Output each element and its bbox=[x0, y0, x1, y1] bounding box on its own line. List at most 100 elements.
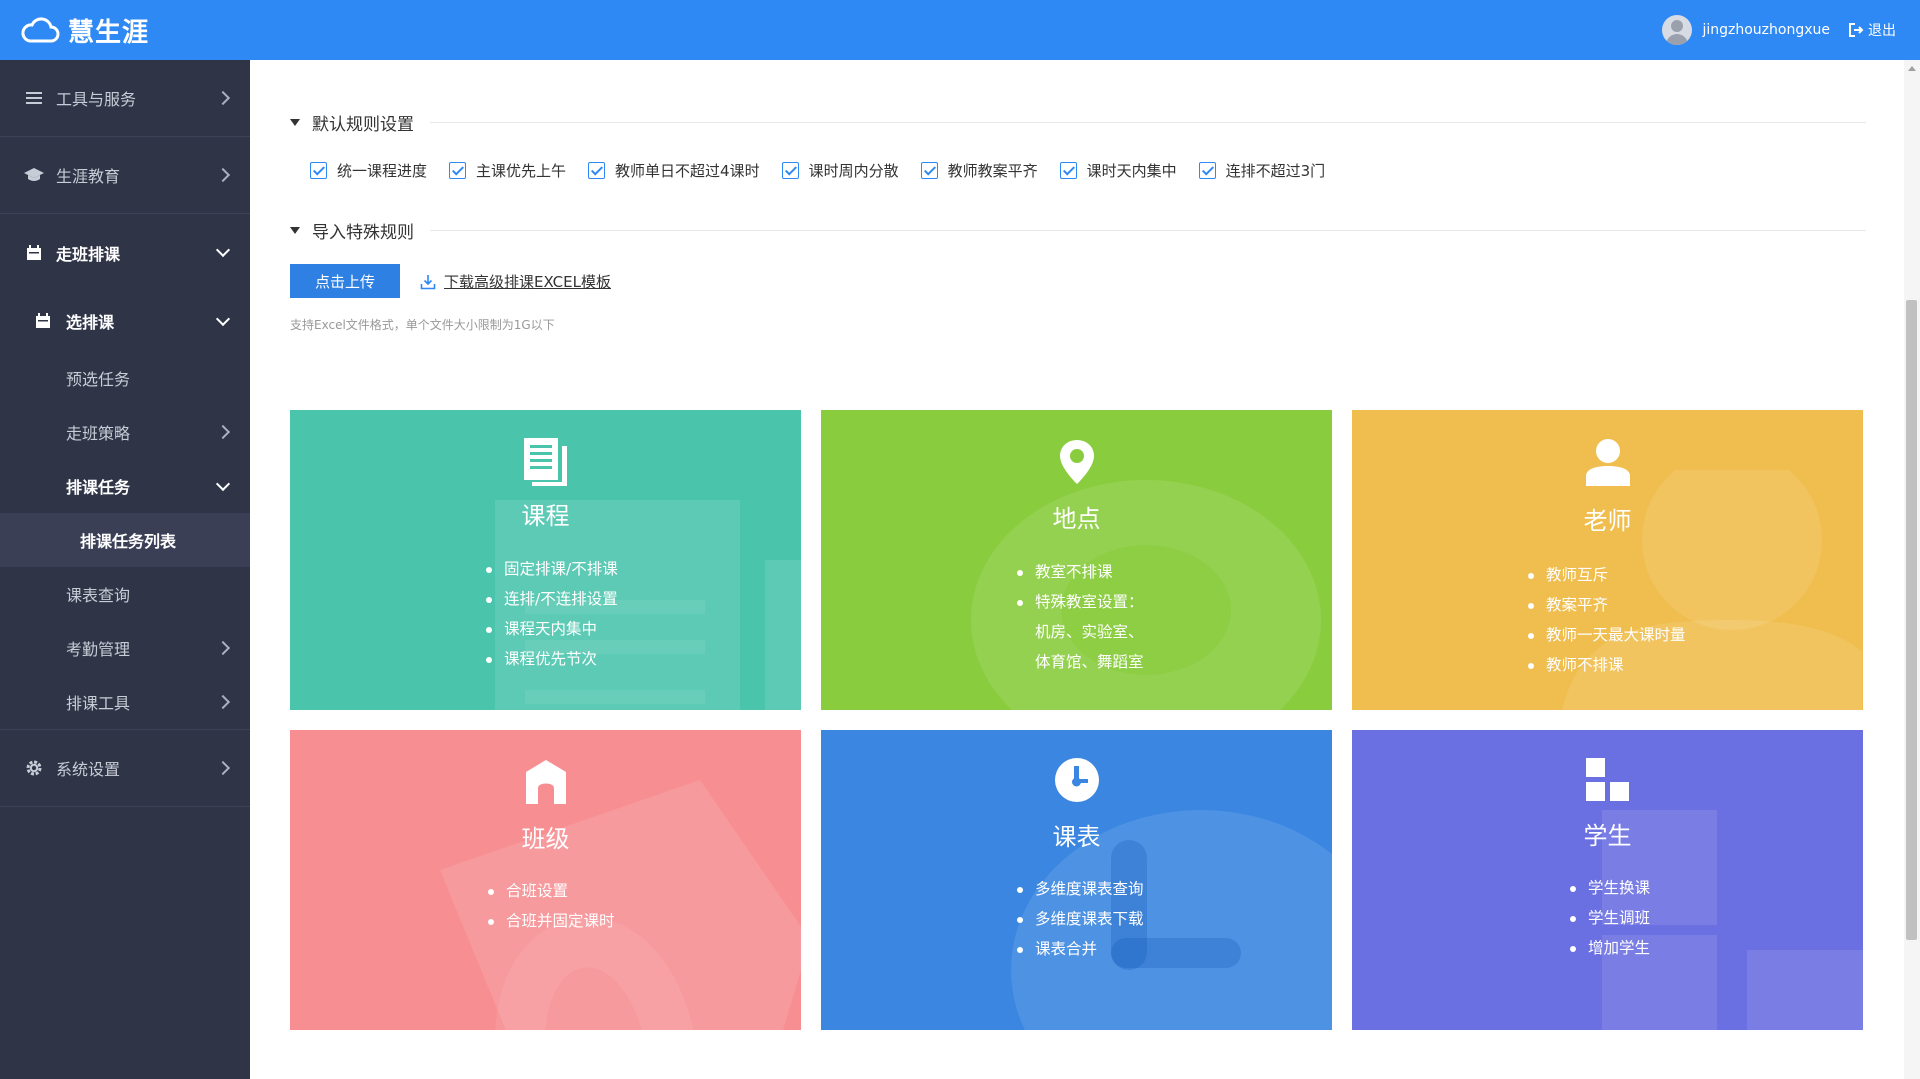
checkbox-checked-icon[interactable] bbox=[1198, 162, 1216, 179]
chevron-right-icon bbox=[215, 640, 231, 656]
top-header: jingzhouzhongxue 退出 bbox=[250, 0, 1920, 60]
list-item: 体育馆、舞蹈室 bbox=[1035, 653, 1144, 671]
card-list: 教室不排课 特殊教室设置： 机房、实验室、 体育馆、舞蹈室 bbox=[1015, 557, 1144, 677]
sidebar-item-attendance[interactable]: 考勤管理 bbox=[0, 621, 250, 675]
sidebar-item-label: 生涯教育 bbox=[56, 167, 121, 186]
sidebar-item-career[interactable]: 生涯教育 bbox=[0, 137, 250, 214]
card-course[interactable]: 课程 固定排课/不排课 连排/不连排设置 课程天内集中 课程优先节次 bbox=[290, 410, 801, 710]
graduation-cap-icon bbox=[24, 165, 44, 185]
checkbox-checked-icon[interactable] bbox=[449, 162, 467, 179]
sidebar-item-select[interactable]: 选排课 bbox=[0, 291, 250, 351]
divider bbox=[430, 122, 1866, 123]
sidebar-item-preselect[interactable]: 预选任务 bbox=[0, 351, 250, 405]
chevron-down-icon bbox=[215, 242, 231, 258]
list-item: 合班设置 bbox=[486, 876, 615, 906]
checkbox-checked-icon[interactable] bbox=[588, 162, 606, 179]
scroll-up-arrow-icon[interactable] bbox=[1908, 66, 1916, 71]
list-item: 课程天内集中 bbox=[484, 614, 618, 644]
list-item: 固定排课/不排课 bbox=[484, 554, 618, 584]
list-item: 教室不排课 bbox=[1015, 557, 1144, 587]
sidebar-item-schedule-query[interactable]: 课表查询 bbox=[0, 567, 250, 621]
rule-checkbox[interactable]: 主课优先上午 bbox=[449, 160, 566, 181]
card-list: 教师互斥 教案平齐 教师一天最大课时量 教师不排课 bbox=[1526, 560, 1686, 680]
list-item: 连排/不连排设置 bbox=[484, 584, 618, 614]
upload-hint: 支持Excel文件格式，单个文件大小限制为1G以下 bbox=[290, 318, 555, 332]
list-item: 教师一天最大课时量 bbox=[1526, 620, 1686, 650]
username: jingzhouzhongxue bbox=[1702, 22, 1830, 38]
sidebar-item-label: 课表查询 bbox=[66, 586, 131, 605]
sidebar-item-tools[interactable]: 工具与服务 bbox=[0, 60, 250, 137]
sidebar-item-tools2[interactable]: 排课工具 bbox=[0, 675, 250, 729]
list-item: 机房、实验室、 bbox=[1035, 623, 1144, 641]
calendar-icon bbox=[24, 243, 44, 263]
checkbox-label: 课时天内集中 bbox=[1086, 162, 1177, 180]
checkbox-checked-icon[interactable] bbox=[310, 162, 327, 179]
logout-icon bbox=[1849, 23, 1864, 37]
rule-checkbox[interactable]: 统一课程进度 bbox=[310, 160, 427, 181]
card-title: 地点 bbox=[1052, 505, 1101, 533]
cloud-logo-icon bbox=[21, 17, 60, 43]
list-item: 增加学生 bbox=[1568, 933, 1650, 963]
sidebar-item-label: 考勤管理 bbox=[66, 640, 131, 659]
list-item: 教师不排课 bbox=[1526, 650, 1686, 680]
house-icon bbox=[525, 760, 566, 804]
card-list: 学生换课 学生调班 增加学生 bbox=[1568, 873, 1650, 963]
upload-button[interactable]: 点击上传 bbox=[290, 264, 400, 298]
checkbox-checked-icon[interactable] bbox=[920, 162, 938, 179]
sidebar-item-settings[interactable]: 系统设置 bbox=[0, 729, 250, 807]
sidebar-item-label: 排课工具 bbox=[66, 694, 131, 713]
scrollbar-thumb[interactable] bbox=[1906, 300, 1917, 940]
card-title: 学生 bbox=[1583, 822, 1632, 850]
rule-checkbox[interactable]: 教师单日不超过4课时 bbox=[588, 160, 760, 181]
card-list: 固定排课/不排课 连排/不连排设置 课程天内集中 课程优先节次 bbox=[484, 554, 618, 674]
download-template-link[interactable]: 下载高级排课EXCEL模板 bbox=[420, 271, 611, 292]
rule-checkbox[interactable]: 连排不超过3门 bbox=[1198, 160, 1325, 181]
sidebar-item-walking[interactable]: 走班排课 bbox=[0, 214, 250, 291]
checkbox-label: 教师单日不超过4课时 bbox=[615, 162, 760, 180]
logout-label: 退出 bbox=[1868, 23, 1896, 39]
card-title: 班级 bbox=[521, 825, 570, 853]
section-title: 导入特殊规则 bbox=[312, 223, 414, 243]
sidebar-item-label: 走班排课 bbox=[56, 244, 121, 264]
card-timetable[interactable]: 课表 多维度课表查询 多维度课表下载 课表合并 bbox=[821, 730, 1332, 1030]
list-item: 教案平齐 bbox=[1526, 590, 1686, 620]
sidebar-item-label: 排课任务 bbox=[66, 478, 131, 497]
list-item: 教师互斥 bbox=[1526, 560, 1686, 590]
rule-checkbox[interactable]: 课时天内集中 bbox=[1059, 160, 1177, 181]
list-item: 课程优先节次 bbox=[484, 644, 618, 674]
chevron-right-icon bbox=[215, 167, 231, 183]
checkbox-label: 教师教案平齐 bbox=[947, 162, 1038, 180]
section-title: 默认规则设置 bbox=[312, 115, 414, 135]
card-class[interactable]: 班级 合班设置 合班并固定课时 bbox=[290, 730, 801, 1030]
user-menu[interactable]: jingzhouzhongxue bbox=[1662, 15, 1830, 45]
person-icon bbox=[1585, 439, 1630, 486]
logo[interactable]: 慧生涯 bbox=[0, 0, 250, 60]
checkbox-checked-icon[interactable] bbox=[781, 162, 799, 179]
sidebar-item-label: 排课任务列表 bbox=[80, 532, 177, 551]
list-item: 特殊教室设置： bbox=[1015, 587, 1144, 617]
caret-down-icon bbox=[290, 119, 300, 126]
sidebar-item-task[interactable]: 排课任务 bbox=[0, 459, 250, 513]
special-rules-header[interactable]: 导入特殊规则 bbox=[290, 218, 1866, 243]
rule-checkbox[interactable]: 课时周内分散 bbox=[781, 160, 899, 181]
sidebar-item-label: 工具与服务 bbox=[56, 90, 137, 109]
menu-icon bbox=[24, 88, 44, 108]
sidebar-item-strategy[interactable]: 走班策略 bbox=[0, 405, 250, 459]
card-list: 合班设置 合班并固定课时 bbox=[486, 876, 615, 936]
rule-checkboxes: 统一课程进度 主课优先上午 教师单日不超过4课时 课时周内分散 教师教案平齐 课… bbox=[310, 160, 1347, 181]
chevron-right-icon bbox=[215, 424, 231, 440]
rule-checkbox[interactable]: 教师教案平齐 bbox=[920, 160, 1038, 181]
list-item: 多维度课表下载 bbox=[1015, 904, 1144, 934]
card-student[interactable]: 学生 学生换课 学生调班 增加学生 bbox=[1352, 730, 1863, 1030]
checkbox-checked-icon[interactable] bbox=[1059, 162, 1077, 179]
sidebar-item-task-list[interactable]: 排课任务列表 bbox=[0, 513, 250, 567]
chevron-right-icon bbox=[215, 760, 231, 776]
list-item: 课表合并 bbox=[1015, 934, 1144, 964]
checkbox-label: 统一课程进度 bbox=[337, 162, 428, 180]
sidebar-item-label: 走班策略 bbox=[66, 424, 131, 443]
card-title: 老师 bbox=[1583, 507, 1632, 535]
default-rules-header[interactable]: 默认规则设置 bbox=[290, 110, 1866, 135]
logout-button[interactable]: 退出 bbox=[1848, 20, 1896, 40]
card-place[interactable]: 地点 教室不排课 特殊教室设置： 机房、实验室、 体育馆、舞蹈室 bbox=[821, 410, 1332, 710]
card-teacher[interactable]: 老师 教师互斥 教案平齐 教师一天最大课时量 教师不排课 bbox=[1352, 410, 1863, 710]
